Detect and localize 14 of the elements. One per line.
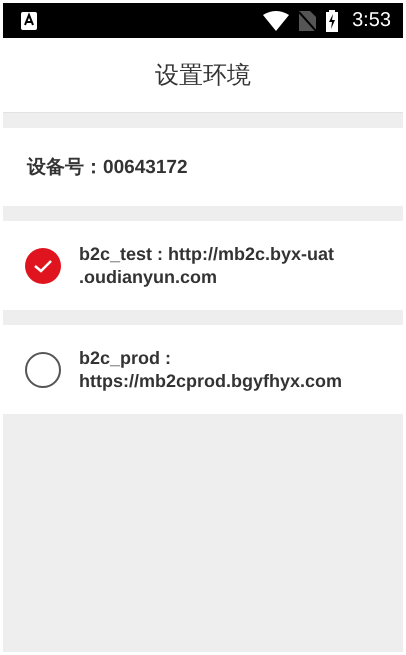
battery-charging-icon [326,10,338,32]
environment-option[interactable]: b2c_prod : https://mb2cprod.bgyfhyx.com [3,325,403,414]
environment-url: b2c_prod : https://mb2cprod.bgyfhyx.com [79,346,342,392]
radio-button[interactable] [25,248,61,284]
radio-button[interactable] [25,352,61,388]
app-notification-icon [21,12,37,30]
environment-url: b2c_test : http://mb2c.byx-uat .oudianyun.com [79,242,334,288]
environment-option[interactable]: b2c_test : http://mb2c.byx-uat .oudianyun.com [3,221,403,310]
device-number: 设备号：00643172 [27,156,188,180]
wifi-icon [263,10,290,30]
no-sim-icon [299,10,316,30]
page-title: 设置环境 [155,61,251,91]
status-time: 3:53 [352,9,391,32]
check-icon [33,258,53,272]
